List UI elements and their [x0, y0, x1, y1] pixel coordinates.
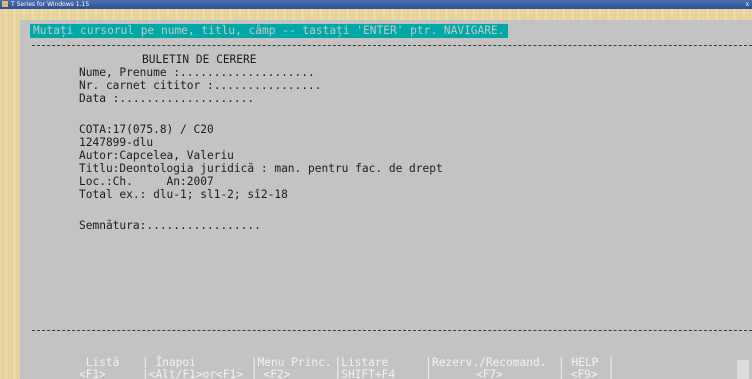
close-icon[interactable]: x	[745, 0, 749, 9]
location-year-line: Loc.:Ch. An:2007	[79, 175, 214, 188]
key-back[interactable]: <Alt/F1>or<F1>	[149, 369, 251, 379]
key-help[interactable]: <F9>	[565, 369, 608, 379]
key-reserve[interactable]: <F7>	[432, 369, 558, 379]
separator: |	[607, 368, 615, 379]
divider-bottom	[32, 330, 752, 331]
card-number-field[interactable]: Nr. carnet cititor :................	[79, 79, 321, 92]
separator: |	[141, 368, 149, 379]
function-key-labels: Listă | Înapoi |Menu Princ. |Listare |Rez…	[52, 345, 615, 369]
title-line[interactable]: Titlu:Deontologia juridică : man. pentru…	[79, 162, 443, 175]
call-number: COTA:17(075.8) / C20	[79, 123, 214, 136]
separator: |	[425, 368, 432, 379]
navigation-prompt: Mutați cursorul pe nume, titlu, câmp -- …	[30, 24, 509, 38]
scrollbar-thumb[interactable]	[737, 360, 749, 379]
app-icon	[2, 1, 8, 7]
signature-field: Semnătura:.................	[79, 219, 261, 232]
inventory-code: 1247899-dlu	[79, 136, 154, 149]
form-heading: BULETIN DE CERERE	[142, 53, 257, 66]
separator: |	[250, 368, 258, 379]
date-field[interactable]: Data :....................	[79, 92, 254, 105]
window-titlebar: T Series for Windows 1.15 x	[0, 0, 752, 9]
separator: |	[334, 368, 342, 379]
name-field[interactable]: Nume, Prenume :....................	[79, 66, 315, 79]
separator: |	[557, 368, 565, 379]
key-main[interactable]: <F2>	[257, 369, 334, 379]
key-print[interactable]: SHIFT+F4	[341, 369, 425, 379]
function-key-shortcuts: <F1> |<Alt/F1>or<F1> | <F2> |SHIFT+F4 | <F7> | <…	[52, 357, 615, 379]
window-title: T Series for Windows 1.15	[11, 1, 90, 8]
key-list[interactable]: <F1>	[79, 369, 142, 379]
total-copies-line: Total ex.: dlu-1; sl1-2; sî2-18	[79, 188, 288, 201]
console-screen: Mutați cursorul pe nume, titlu, câmp -- …	[20, 20, 752, 379]
divider-top	[32, 45, 752, 46]
author-line[interactable]: Autor:Capcelea, Valeriu	[79, 149, 234, 162]
